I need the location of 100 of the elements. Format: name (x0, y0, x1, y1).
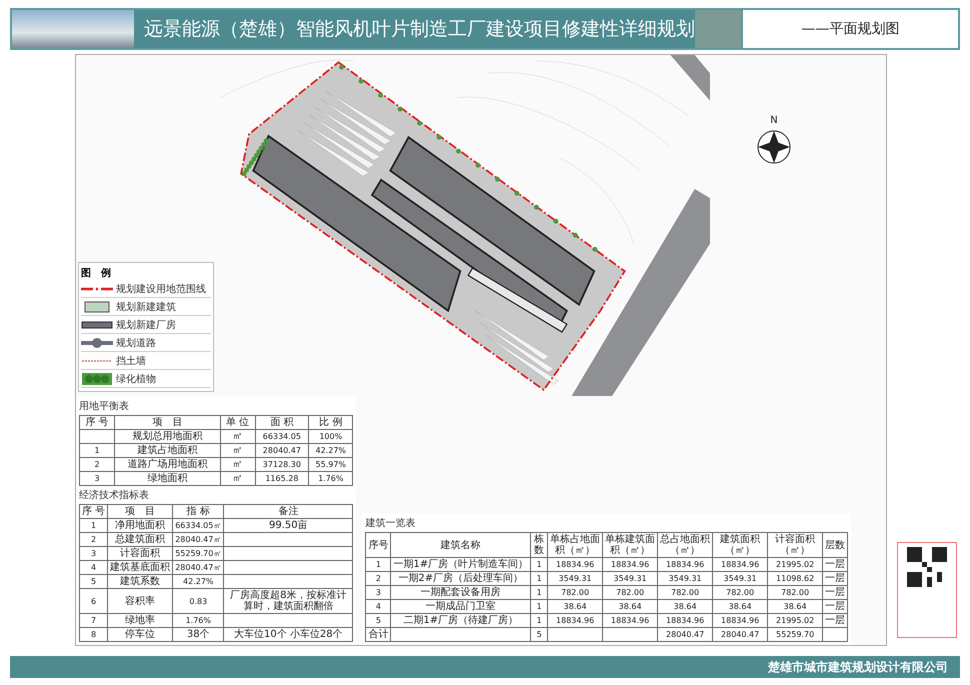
table-title: 用地平衡表 (79, 400, 130, 413)
table-cell: 18834.96 (712, 614, 768, 628)
table-cell: 18834.96 (548, 614, 603, 628)
column-header: 序 号 (80, 504, 108, 518)
table-cell: 1 (530, 586, 548, 600)
table-cell: 11098.62 (768, 572, 823, 586)
table-cell: 1 (530, 614, 548, 628)
table-cell: 3549.31 (602, 572, 658, 586)
table-cell: 8 (80, 628, 108, 642)
table-cell: 66334.05㎡ (172, 518, 224, 532)
legend-title: 图 例 (81, 266, 112, 280)
table-cell: 38个 (172, 628, 224, 642)
table-cell: 28040.47㎡ (172, 532, 224, 546)
table-cell: 绿地面积 (114, 472, 220, 486)
table-cell: 二期1#厂房（待建厂房） (390, 614, 531, 628)
table-cell: 38.64 (768, 600, 823, 614)
table-cell: 1165.28 (255, 472, 309, 486)
table-cell: 1 (366, 558, 391, 572)
column-header: 单栋占地面积（㎡） (548, 532, 603, 558)
table-cell: 28040.47 (658, 628, 713, 642)
table-cell: 55.97% (308, 458, 353, 472)
table-cell: 4 (80, 560, 108, 574)
table-cell: 1.76% (172, 614, 224, 628)
table-cell: 大车位10个 小车位28个 (224, 628, 353, 642)
table-cell: 2 (80, 458, 114, 472)
table-cell: 18834.96 (658, 614, 713, 628)
table-cell: 4 (366, 600, 391, 614)
table-cell: 782.00 (548, 586, 603, 600)
table-cell: ㎡ (220, 430, 256, 444)
table-cell: 3549.31 (658, 572, 713, 586)
table-cell: 净用地面积 (108, 518, 173, 532)
column-header: 序号 (366, 532, 391, 558)
table-cell: 一层 (822, 572, 848, 586)
table-cell: 2 (80, 532, 108, 546)
table-cell: 1 (80, 444, 114, 458)
column-header: 总占地面积（㎡） (658, 532, 713, 558)
table-cell: 1.76% (308, 472, 353, 486)
table-cell: 782.00 (712, 586, 768, 600)
table-cell: 一层 (822, 558, 848, 572)
column-header: 单 位 (220, 416, 256, 430)
table-cell: 3549.31 (548, 572, 603, 586)
table-cell: 一期配套设备用房 (390, 586, 531, 600)
table-cell: 28040.47 (255, 444, 309, 458)
greenery-icon (81, 373, 113, 385)
table-cell: 38.64 (548, 600, 603, 614)
table-cell: ㎡ (220, 444, 256, 458)
table-cell: ㎡ (220, 458, 256, 472)
table-cell: 18834.96 (602, 614, 658, 628)
legend-label: 规划建设用地范围线 (116, 284, 206, 294)
table-cell: 3 (366, 586, 391, 600)
table-cell: 一期2#厂房（后处理车间） (390, 572, 531, 586)
table-cell: 28040.47 (712, 628, 768, 642)
table-cell: 停车位 (108, 628, 173, 642)
compass-icon (757, 130, 791, 164)
column-header: 项 目 (108, 504, 173, 518)
table-cell: 5 (366, 614, 391, 628)
table-cell: 28040.47㎡ (172, 560, 224, 574)
table-cell: 总建筑面积 (108, 532, 173, 546)
column-header: 备注 (224, 504, 353, 518)
table-cell: 2 (366, 572, 391, 586)
table-cell: 21995.02 (768, 614, 823, 628)
table-cell: 1 (530, 558, 548, 572)
table-cell: 55259.70 (768, 628, 823, 642)
table-cell: 3549.31 (712, 572, 768, 586)
legend-label: 规划道路 (116, 338, 156, 348)
table-cell: 1 (530, 600, 548, 614)
table-cell: 一期1#厂房（叶片制造车间） (390, 558, 531, 572)
column-header: 建筑名称 (390, 532, 531, 558)
table-cell: 55259.70㎡ (172, 546, 224, 560)
table-cell: 道路广场用地面积 (114, 458, 220, 472)
table-cell: 7 (80, 614, 108, 628)
table-cell: 38.64 (712, 600, 768, 614)
column-header: 指 标 (172, 504, 224, 518)
table-cell: 18834.96 (712, 558, 768, 572)
table-cell: 一层 (822, 600, 848, 614)
header-divider-block (694, 10, 741, 48)
table-cell: 18834.96 (548, 558, 603, 572)
column-header: 计容面积（㎡） (768, 532, 823, 558)
table-cell: 100% (308, 430, 353, 444)
table-cell: 建筑系数 (108, 574, 173, 588)
column-header: 序 号 (80, 416, 114, 430)
legend-label: 绿化植物 (116, 374, 156, 384)
table-title: 建筑一览表 (365, 516, 416, 530)
table-cell: 一层 (822, 614, 848, 628)
table-cell: 1 (80, 518, 108, 532)
column-header: 项 目 (114, 416, 220, 430)
table-cell: 782.00 (602, 586, 658, 600)
road-icon (81, 337, 113, 349)
table-cell: 42.27% (172, 574, 224, 588)
table-cell: 782.00 (658, 586, 713, 600)
table-cell: 6 (80, 588, 108, 614)
table-cell: 38.64 (658, 600, 713, 614)
table-cell: 66334.05 (255, 430, 309, 444)
table-cell: 一层 (822, 586, 848, 600)
table-cell: 规划总用地面积 (114, 430, 220, 444)
table-cell: 5 (80, 574, 108, 588)
table-cell: 18834.96 (602, 558, 658, 572)
table-cell: 建筑占地面积 (114, 444, 220, 458)
compass-north-label: N (770, 115, 778, 126)
table-cell: 绿地率 (108, 614, 173, 628)
